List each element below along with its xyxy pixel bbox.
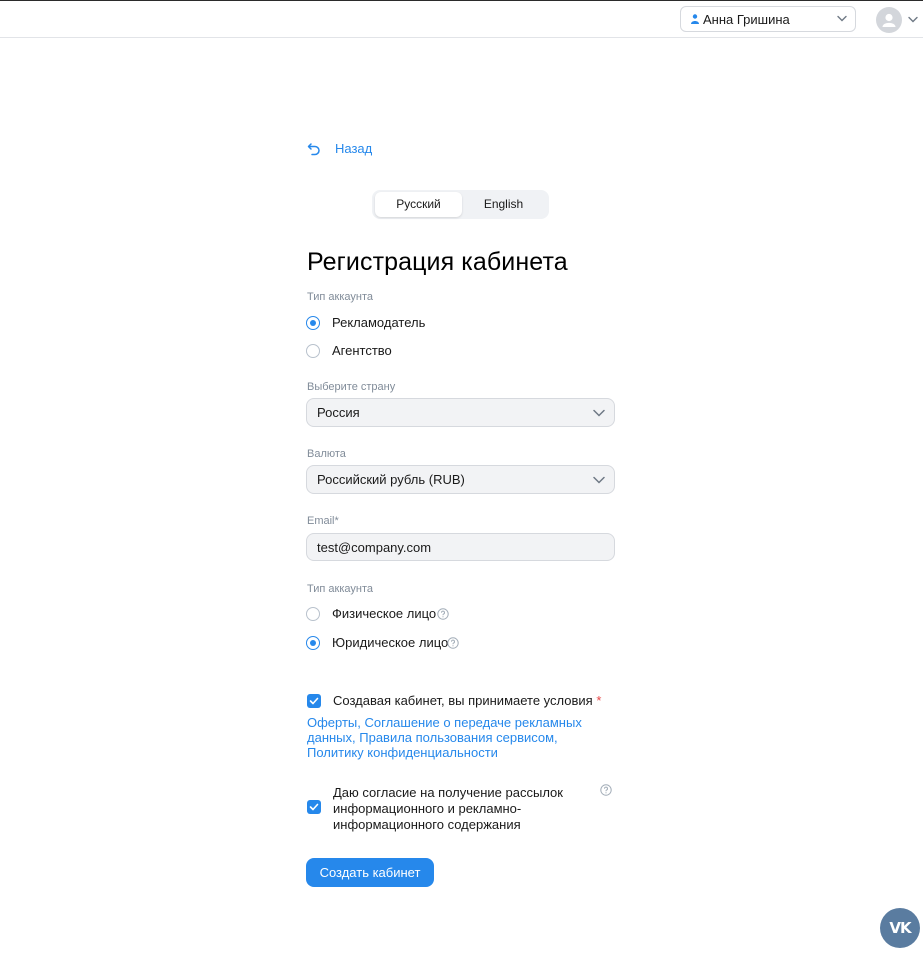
language-switch: Русский English [372,190,549,219]
newsletter-text: Даю согласие на получение рассылок инфор… [333,785,563,833]
help-icon[interactable] [447,637,459,649]
person-icon [691,14,699,24]
radio-button[interactable] [306,607,320,621]
radio-label: Юридическое лицо [332,635,449,650]
page-title: Регистрация кабинета [307,248,568,276]
radio-button[interactable] [306,636,320,650]
entity-type-label: Тип аккаунта [307,583,373,595]
radio-label: Агентство [332,343,392,358]
email-field[interactable] [306,533,615,561]
currency-select[interactable]: Российский рубль (RUB) [306,465,615,494]
language-option-english[interactable]: English [460,192,547,217]
terms-links[interactable]: Оферты, Соглашение о передаче рекламных … [307,715,612,760]
checkmark-icon [309,697,319,705]
help-icon[interactable] [600,784,612,796]
currency-label: Валюта [307,448,346,460]
country-value: Россия [317,405,360,420]
chevron-down-icon [908,16,918,23]
radio-label: Рекламодатель [332,315,426,330]
radio-button[interactable] [306,316,320,330]
required-mark: * [596,693,602,708]
checkmark-icon [309,803,319,811]
help-icon[interactable] [437,608,449,620]
user-menu-button[interactable] [876,7,920,35]
newsletter-line: Даю согласие на получение рассылок [333,785,563,800]
terms-label: Создавая кабинет, вы принимаете условия [333,693,593,708]
chevron-down-icon [593,476,605,484]
vk-support-button[interactable]: VK [880,908,920,948]
newsletter-line: информационного и рекламно- [333,801,522,816]
top-bar: Анна Гришина [0,0,923,38]
back-label: Назад [335,141,373,156]
chevron-down-icon [837,15,847,22]
terms-checkbox[interactable] [307,694,321,708]
vk-logo-icon: VK [889,919,911,937]
radio-button[interactable] [306,344,320,358]
back-link[interactable]: Назад [307,140,372,158]
back-arrow-icon [307,143,320,156]
account-type-label: Тип аккаунта [307,291,373,303]
language-option-russian[interactable]: Русский [375,192,462,217]
terms-text: Создавая кабинет, вы принимаете условия … [333,693,601,709]
create-cabinet-button[interactable]: Создать кабинет [306,858,434,887]
newsletter-checkbox[interactable] [307,800,321,814]
account-selector[interactable]: Анна Гришина [680,6,856,32]
newsletter-line: информационного содержания [333,817,521,832]
avatar-icon [876,7,902,33]
country-label: Выберите страну [307,381,396,393]
country-select[interactable]: Россия [306,398,615,427]
email-label: Email* [307,515,339,527]
radio-label: Физическое лицо [332,606,437,621]
currency-value: Российский рубль (RUB) [317,472,465,487]
chevron-down-icon [593,409,605,417]
account-name: Анна Гришина [703,12,790,27]
